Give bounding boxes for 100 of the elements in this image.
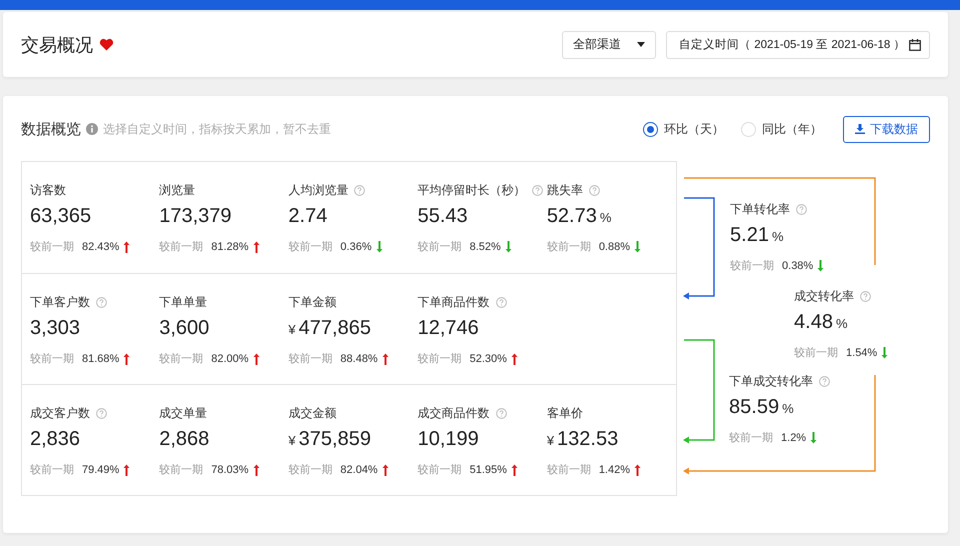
metric-label: 成交转化率	[794, 288, 854, 305]
metric-value: 132.53	[557, 428, 618, 451]
help-icon[interactable]	[496, 297, 507, 308]
metric-value: 12,746	[418, 317, 479, 340]
unit-sign: %	[600, 210, 612, 225]
change-value: 1.54%	[846, 346, 878, 358]
compare-label: 较前一期	[30, 240, 74, 254]
metric-value: 10,199	[418, 428, 479, 451]
metric-label: 成交商品件数	[418, 405, 490, 422]
compare-label: 较前一期	[418, 240, 462, 254]
compare-label: 较前一期	[418, 352, 462, 366]
help-icon[interactable]	[96, 408, 107, 419]
page-title: 交易概况	[21, 34, 93, 56]
metric-value: 2.74	[288, 205, 328, 228]
unit-sign: %	[836, 316, 848, 331]
metric-label: 成交客户数	[30, 405, 90, 422]
change-value: 82.04%	[340, 464, 378, 476]
metric-value: 375,859	[298, 428, 371, 451]
hint-text: 选择自定义时间，指标按天累加，暂不去重	[103, 120, 331, 138]
metric-label: 成交单量	[159, 405, 208, 422]
compare-label: 较前一期	[288, 240, 332, 254]
metric-label: 客单价	[546, 405, 583, 422]
metric-value: 2,868	[159, 428, 210, 451]
help-icon[interactable]	[860, 291, 872, 302]
compare-label: 较前一期	[30, 463, 74, 477]
compare-label: 较前一期	[546, 240, 591, 254]
help-icon[interactable]	[496, 408, 507, 419]
metric-value: 3,600	[159, 317, 210, 340]
unit-sign: %	[782, 401, 794, 416]
compare-label: 较前一期	[730, 259, 774, 273]
section-title: 数据概览	[21, 120, 81, 138]
compare-radio[interactable]: 环比（天）	[643, 120, 724, 138]
metric-label: 下单商品件数	[418, 294, 490, 311]
caret-icon	[637, 42, 645, 47]
compare-label: 较前一期	[288, 463, 332, 477]
change-value: 82.00%	[211, 352, 249, 364]
metric-value: 52.73	[546, 205, 597, 228]
change-value: 81.68%	[82, 352, 120, 364]
change-value: 79.49%	[82, 464, 120, 476]
change-value: 1.42%	[598, 464, 630, 476]
metric-value: 2,836	[30, 428, 80, 451]
radio-icon[interactable]	[643, 122, 658, 136]
metric-value: 55.43	[418, 205, 468, 228]
help-icon[interactable]	[532, 185, 543, 196]
compare-label: 较前一期	[159, 463, 204, 477]
heart-icon[interactable]	[99, 38, 114, 51]
metric-label: 访客数	[30, 182, 66, 199]
metric-label: 下单客户数	[30, 294, 90, 311]
metric-value: 173,379	[159, 205, 232, 228]
metric-value: 5.21	[730, 224, 769, 247]
metric-label: 成交金额	[288, 405, 336, 422]
help-icon[interactable]	[588, 185, 600, 196]
change-value: 51.95%	[470, 464, 507, 476]
unit-sign: %	[772, 229, 784, 244]
help-icon[interactable]	[354, 185, 366, 196]
currency-sign: ¥	[288, 322, 296, 337]
metric-label: 下单成交转化率	[729, 373, 814, 390]
date-range-field[interactable]: 自定义时间（ 2021-05-19 至 2021-06-18 ）	[666, 30, 930, 58]
metric-label: 下单转化率	[730, 201, 790, 218]
radio-label: 环比（天）	[664, 120, 724, 138]
compare-label: 较前一期	[729, 431, 774, 445]
metric-value: 63,365	[30, 205, 92, 228]
compare-radio[interactable]: 同比（年）	[741, 120, 822, 138]
change-value: 88.48%	[340, 352, 378, 364]
calendar-icon	[909, 38, 921, 50]
help-icon[interactable]	[819, 376, 830, 387]
compare-label: 较前一期	[546, 463, 591, 477]
metric-label: 下单单量	[159, 294, 208, 311]
change-value: 78.03%	[211, 464, 249, 476]
currency-sign: ¥	[546, 433, 554, 448]
change-value: 82.43%	[82, 240, 120, 252]
compare-label: 较前一期	[159, 240, 204, 254]
change-value: 8.52%	[470, 240, 501, 252]
download-button[interactable]: 下载数据	[843, 116, 930, 142]
change-value: 0.36%	[340, 240, 372, 252]
change-value: 1.2%	[781, 432, 806, 444]
change-value: 0.38%	[782, 260, 814, 272]
download-icon	[855, 124, 865, 134]
compare-label: 较前一期	[794, 346, 838, 360]
change-value: 0.88%	[598, 240, 630, 252]
compare-label: 较前一期	[418, 463, 462, 477]
metric-value: 85.59	[729, 396, 780, 419]
metric-value: 3,303	[30, 317, 80, 340]
metric-value: 477,865	[298, 317, 371, 340]
compare-label: 较前一期	[30, 352, 74, 366]
metric-value: 4.48	[794, 311, 833, 334]
compare-label: 较前一期	[288, 352, 332, 366]
metric-label: 下单金额	[288, 294, 336, 311]
channel-select[interactable]: 全部渠道	[562, 30, 656, 58]
change-value: 81.28%	[211, 240, 249, 252]
radio-label: 同比（年）	[762, 120, 822, 138]
info-icon	[86, 123, 98, 135]
change-value: 52.30%	[470, 352, 507, 364]
metric-label: 人均浏览量	[288, 182, 348, 199]
metric-label: 平均停留时长（秒）	[418, 182, 526, 199]
compare-label: 较前一期	[159, 352, 204, 366]
currency-sign: ¥	[288, 433, 296, 448]
metric-label: 浏览量	[159, 182, 196, 199]
help-icon[interactable]	[96, 297, 107, 308]
help-icon[interactable]	[796, 204, 808, 215]
